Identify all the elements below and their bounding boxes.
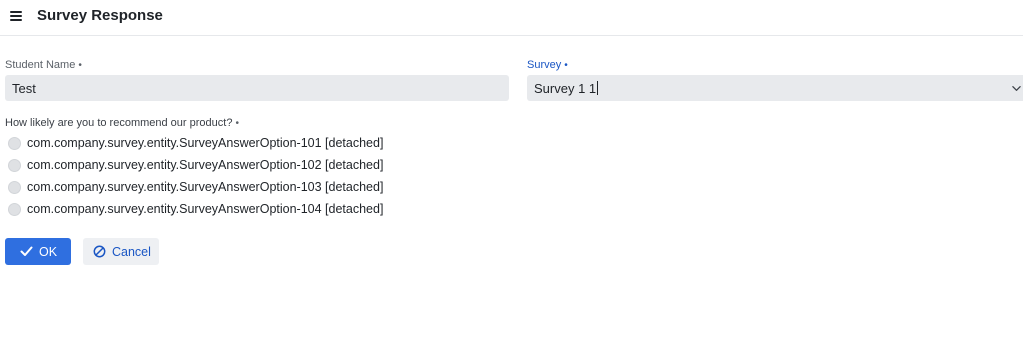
chevron-down-icon[interactable] (1012, 84, 1021, 93)
radio-option-label: com.company.survey.entity.SurveyAnswerOp… (27, 136, 384, 150)
radio-button[interactable] (8, 202, 21, 216)
radio-option-label: com.company.survey.entity.SurveyAnswerOp… (27, 180, 384, 194)
radio-button[interactable] (8, 136, 21, 150)
radio-button[interactable] (8, 158, 21, 172)
hamburger-menu-icon[interactable] (8, 8, 24, 24)
radio-option[interactable]: com.company.survey.entity.SurveyAnswerOp… (8, 157, 383, 173)
student-name-input[interactable] (5, 75, 509, 101)
radio-option[interactable]: com.company.survey.entity.SurveyAnswerOp… (8, 135, 383, 151)
radio-option[interactable]: com.company.survey.entity.SurveyAnswerOp… (8, 179, 383, 195)
checkmark-icon (20, 246, 33, 256)
required-marker: • (78, 60, 82, 71)
student-name-label: Student Name • (5, 59, 82, 71)
ok-button[interactable]: OK (5, 238, 71, 265)
cancel-button-label: Cancel (112, 244, 151, 259)
radio-option[interactable]: com.company.survey.entity.SurveyAnswerOp… (8, 201, 383, 217)
question-label: How likely are you to recommend our prod… (5, 117, 239, 129)
radio-option-label: com.company.survey.entity.SurveyAnswerOp… (27, 202, 384, 216)
cancel-button[interactable]: Cancel (83, 238, 159, 265)
page-title: Survey Response (37, 7, 163, 24)
radio-option-label: com.company.survey.entity.SurveyAnswerOp… (27, 158, 384, 172)
radio-button[interactable] (8, 180, 21, 194)
text-caret (597, 81, 599, 95)
ban-icon (93, 245, 106, 258)
top-bar: Survey Response (0, 0, 1023, 36)
required-marker: • (564, 60, 568, 71)
survey-select[interactable]: Survey 1 1 (527, 75, 1023, 101)
ok-button-label: OK (39, 244, 58, 259)
survey-label: Survey • (527, 59, 568, 71)
required-marker: • (235, 118, 239, 129)
survey-select-value: Survey 1 1 (534, 81, 597, 96)
